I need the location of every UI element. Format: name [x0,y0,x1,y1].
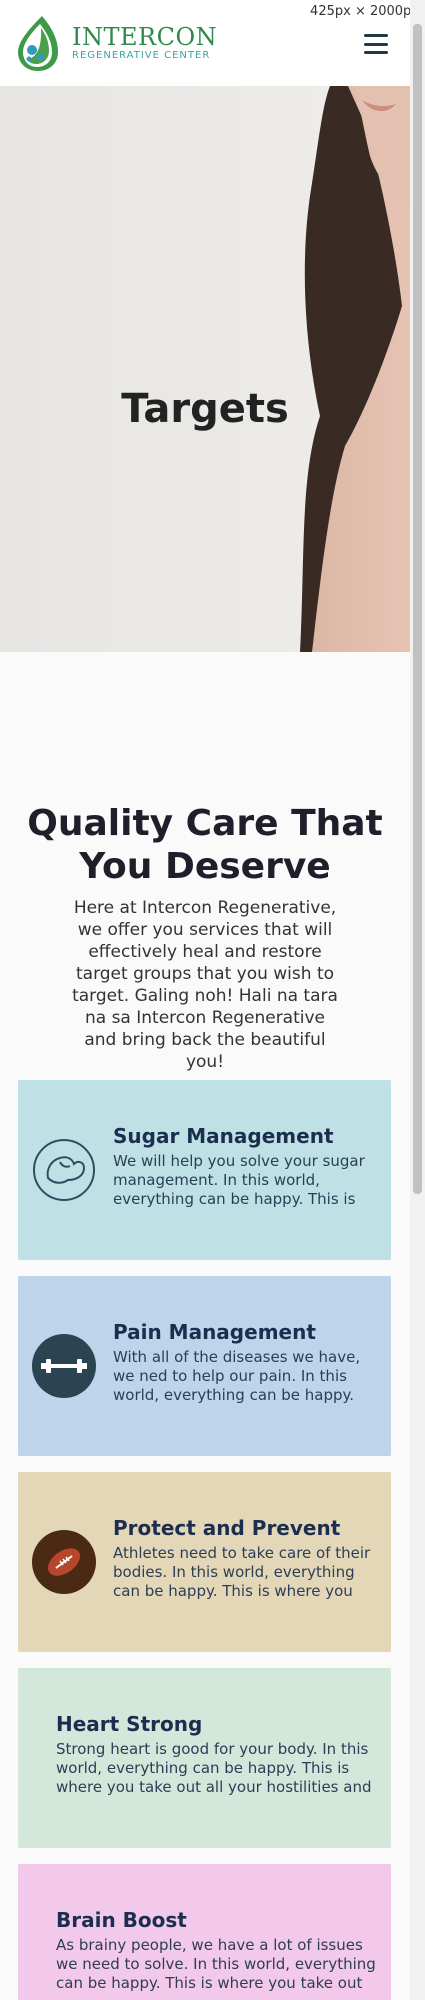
card-description: With all of the diseases we have, we ned… [113,1348,361,1404]
hero-title: Targets [121,386,289,432]
hero-portrait-image [300,86,410,652]
scrollbar-thumb[interactable] [413,24,422,1194]
card-title: Brain Boost [56,1908,187,1932]
football-icon [32,1530,96,1594]
section-description: Here at Intercon Regenerative, we offer … [72,898,338,1072]
card-description: As brainy people, we have a lot of issue… [56,1936,376,1992]
site-logo[interactable]: INTERCON REGENERATIVE CENTER [14,14,217,72]
card-title: Heart Strong [56,1712,203,1736]
card-title: Protect and Prevent [113,1516,341,1540]
menu-line [364,42,388,46]
logo-drop-icon [18,16,58,71]
section-heading: Quality Care That You Deserve [27,803,383,887]
card-sugar-management[interactable]: Sugar Management We will help you solve … [18,1080,391,1260]
card-title: Sugar Management [113,1124,334,1148]
hamburger-menu-icon[interactable] [364,34,388,54]
card-title: Pain Management [113,1320,316,1344]
card-description: Strong heart is good for your body. In t… [56,1740,372,1796]
card-description: We will help you solve your sugar manage… [113,1152,365,1208]
card-heart-strong[interactable]: Heart Strong Strong heart is good for yo… [18,1668,391,1848]
card-protect-and-prevent[interactable]: Protect and Prevent Athletes need to tak… [18,1472,391,1652]
page-scrollbar[interactable] [410,0,425,2000]
card-brain-boost[interactable]: Brain Boost As brainy people, we have a … [18,1864,391,2000]
logo-title: INTERCON [72,23,218,51]
dumbbell-icon [32,1334,96,1398]
card-pain-management[interactable]: Pain Management With all of the diseases… [18,1276,391,1456]
dimensions-label: 425px × 2000px [310,4,419,19]
card-description: Athletes need to take care of their bodi… [113,1544,371,1600]
logo-subtitle: REGENERATIVE CENTER [72,50,211,61]
menu-line [364,51,388,54]
menu-line [364,34,388,37]
strength-arm-icon [33,1139,95,1201]
hero-banner: Targets [0,86,410,652]
